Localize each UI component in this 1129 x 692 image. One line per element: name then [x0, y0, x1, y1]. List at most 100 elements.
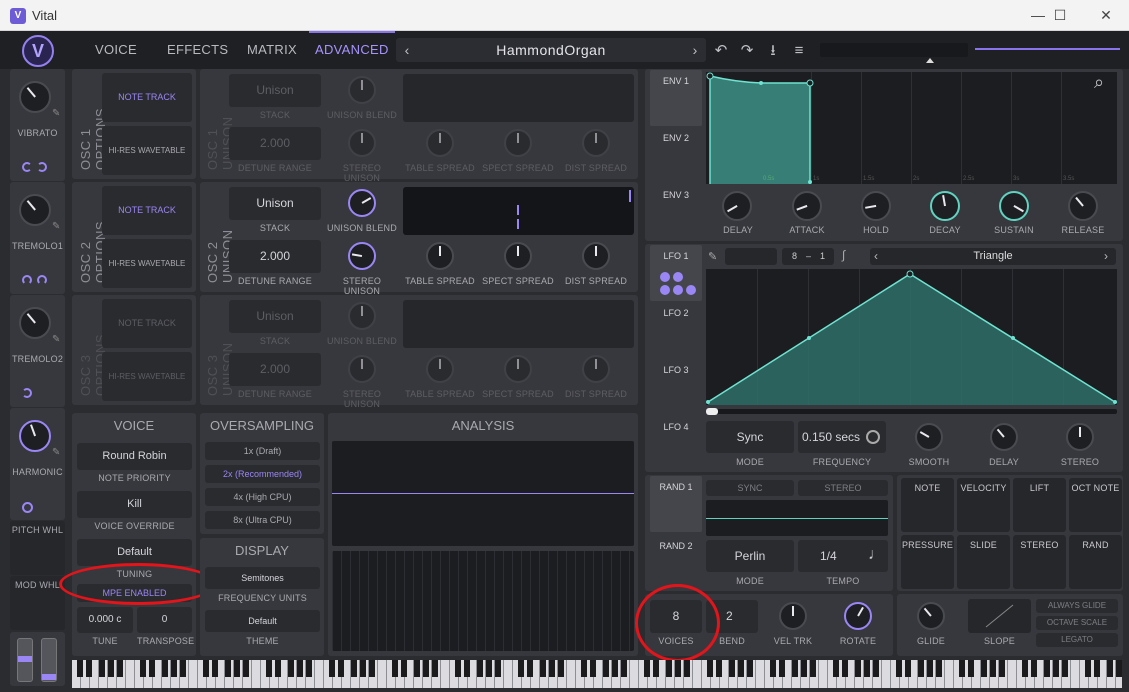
- osc2-hires-wavetable-button[interactable]: HI-RES WAVETABLE: [102, 239, 192, 288]
- edit-pencil-icon[interactable]: ✎: [52, 334, 60, 345]
- tremolo2-knob[interactable]: [19, 307, 51, 339]
- lfo2-tab[interactable]: LFO 2: [650, 302, 702, 358]
- osc3-stereo-unison-knob[interactable]: [348, 355, 376, 383]
- save-icon[interactable]: ⭳: [762, 40, 784, 62]
- rand1-tab[interactable]: RAND 1: [650, 476, 702, 532]
- tremolo1-knob[interactable]: [19, 194, 51, 226]
- lfo4-tab[interactable]: LFO 4: [650, 416, 702, 472]
- tab-effects[interactable]: EFFECTS: [167, 31, 228, 69]
- osc1-stack-value[interactable]: Unison: [229, 74, 321, 107]
- osc2-stack-value[interactable]: Unison: [229, 187, 321, 220]
- osc3-dist-spread-knob[interactable]: [582, 355, 610, 383]
- env-sustain-knob[interactable]: [999, 191, 1029, 221]
- lfo3-tab[interactable]: LFO 3: [650, 359, 702, 415]
- lfo-shape-name[interactable]: Triangle: [870, 248, 1116, 265]
- lfo-grid-x[interactable]: 8: [792, 248, 797, 265]
- mod-source-lift[interactable]: LIFT: [1013, 478, 1066, 532]
- preset-name[interactable]: HammondOrgan: [396, 38, 706, 62]
- osc1-detune-value[interactable]: 2.000: [229, 127, 321, 160]
- menu-icon[interactable]: ≡: [788, 40, 810, 62]
- lfo-smooth-curve-icon[interactable]: ∫: [842, 248, 845, 262]
- oversample-4x-option[interactable]: 4x (High CPU): [205, 488, 320, 506]
- lfo-stereo-knob[interactable]: [1066, 423, 1094, 451]
- edit-pencil-icon[interactable]: ✎: [52, 447, 60, 458]
- slope-display[interactable]: [968, 599, 1031, 633]
- theme-value[interactable]: Default: [205, 610, 320, 632]
- mod-source-icon[interactable]: [37, 275, 47, 285]
- edit-pencil-icon[interactable]: ✎: [52, 108, 60, 119]
- osc1-stereo-unison-knob[interactable]: [348, 129, 376, 157]
- lfo-grid-y[interactable]: 1: [820, 248, 825, 265]
- tab-advanced[interactable]: ADVANCED: [309, 31, 395, 69]
- mod-source-stereo[interactable]: STEREO: [1013, 535, 1066, 589]
- lfo-display[interactable]: [706, 269, 1117, 405]
- mod-source-pressure[interactable]: PRESSURE: [901, 535, 954, 589]
- mod-source-icon[interactable]: [22, 275, 32, 285]
- close-button[interactable]: ✕: [1086, 2, 1126, 28]
- lfo-shape-prev-icon[interactable]: ‹: [874, 248, 878, 265]
- note-icon[interactable]: ♩: [868, 546, 884, 564]
- tab-matrix[interactable]: MATRIX: [247, 31, 297, 69]
- frequency-units-value[interactable]: Semitones: [205, 567, 320, 589]
- osc3-stack-value[interactable]: Unison: [229, 300, 321, 333]
- osc2-dist-spread-knob[interactable]: [582, 242, 610, 270]
- preset-next-icon[interactable]: ›: [686, 38, 704, 62]
- lfo-paint-shape-selector[interactable]: [725, 248, 777, 265]
- rand-mode-value[interactable]: Perlin: [706, 540, 794, 572]
- volume-handle-icon[interactable]: [926, 58, 934, 63]
- search-icon[interactable]: ⌕: [1094, 72, 1104, 93]
- osc1-unison-blend-knob[interactable]: [348, 76, 376, 104]
- osc3-spect-spread-knob[interactable]: [504, 355, 532, 383]
- edit-pencil-icon[interactable]: ✎: [52, 221, 60, 232]
- preset-selector[interactable]: HammondOrgan ‹ ›: [396, 38, 706, 62]
- tuning-value[interactable]: Default: [77, 539, 192, 566]
- mod-source-icon[interactable]: [22, 388, 32, 398]
- env-attack-knob[interactable]: [792, 191, 822, 221]
- voice-override-value[interactable]: Kill: [77, 491, 192, 518]
- maximize-button[interactable]: ☐: [1040, 2, 1080, 28]
- osc2-table-spread-knob[interactable]: [426, 242, 454, 270]
- oversample-2x-option[interactable]: 2x (Recommended): [205, 465, 320, 483]
- osc3-detune-value[interactable]: 2.000: [229, 353, 321, 386]
- env-decay-knob[interactable]: [930, 191, 960, 221]
- vibrato-knob[interactable]: [19, 81, 51, 113]
- env1-tab[interactable]: ENV 1: [650, 70, 702, 126]
- osc1-note-track-button[interactable]: NOTE TRACK: [102, 73, 192, 122]
- mod-source-icon[interactable]: [22, 162, 32, 172]
- lfo-mode-value[interactable]: Sync: [706, 421, 794, 453]
- volume-bar[interactable]: [975, 48, 1120, 50]
- mod-source-rand[interactable]: RAND: [1069, 535, 1122, 589]
- transpose-value[interactable]: 0: [137, 607, 192, 633]
- vel-trk-knob[interactable]: [779, 602, 807, 630]
- osc3-hires-wavetable-button[interactable]: HI-RES WAVETABLE: [102, 352, 192, 401]
- always-glide-button[interactable]: ALWAYS GLIDE: [1036, 599, 1118, 613]
- legato-button[interactable]: LEGATO: [1036, 633, 1118, 647]
- piano-black-keys[interactable]: [72, 660, 1122, 677]
- lfo-mod-dots-icon[interactable]: [660, 272, 696, 298]
- env-delay-knob[interactable]: [722, 191, 752, 221]
- redo-icon[interactable]: ↷: [736, 40, 758, 62]
- lfo-smooth-knob[interactable]: [915, 423, 943, 451]
- octave-scale-button[interactable]: OCTAVE SCALE: [1036, 616, 1118, 630]
- lfo-grid-size[interactable]: 8 – 1: [782, 248, 834, 265]
- mod-source-velocity[interactable]: VELOCITY: [957, 478, 1010, 532]
- mod-source-note[interactable]: NOTE: [901, 478, 954, 532]
- rand2-tab[interactable]: RAND 2: [650, 535, 702, 591]
- env-hold-knob[interactable]: [861, 191, 891, 221]
- rand-sync-button[interactable]: SYNC: [706, 480, 794, 496]
- mod-source-slide[interactable]: SLIDE: [957, 535, 1010, 589]
- mod-source-icon[interactable]: [22, 502, 33, 513]
- preset-prev-icon[interactable]: ‹: [398, 38, 416, 62]
- note-priority-value[interactable]: Round Robin: [77, 443, 192, 470]
- osc3-note-track-button[interactable]: NOTE TRACK: [102, 299, 192, 348]
- tempo-sync-icon[interactable]: [866, 430, 880, 444]
- osc2-spect-spread-knob[interactable]: [504, 242, 532, 270]
- lfo-delay-knob[interactable]: [990, 423, 1018, 451]
- mod-source-icon[interactable]: [37, 162, 47, 172]
- envelope-display[interactable]: 0.5s 1s 1.5s 2s 2.5s 3s 3.5s: [706, 72, 1117, 184]
- osc3-table-spread-knob[interactable]: [426, 355, 454, 383]
- undo-icon[interactable]: ↶: [710, 40, 732, 62]
- tab-voice[interactable]: VOICE: [95, 31, 137, 69]
- lfo-paint-icon[interactable]: ✎: [708, 250, 717, 263]
- osc1-dist-spread-knob[interactable]: [582, 129, 610, 157]
